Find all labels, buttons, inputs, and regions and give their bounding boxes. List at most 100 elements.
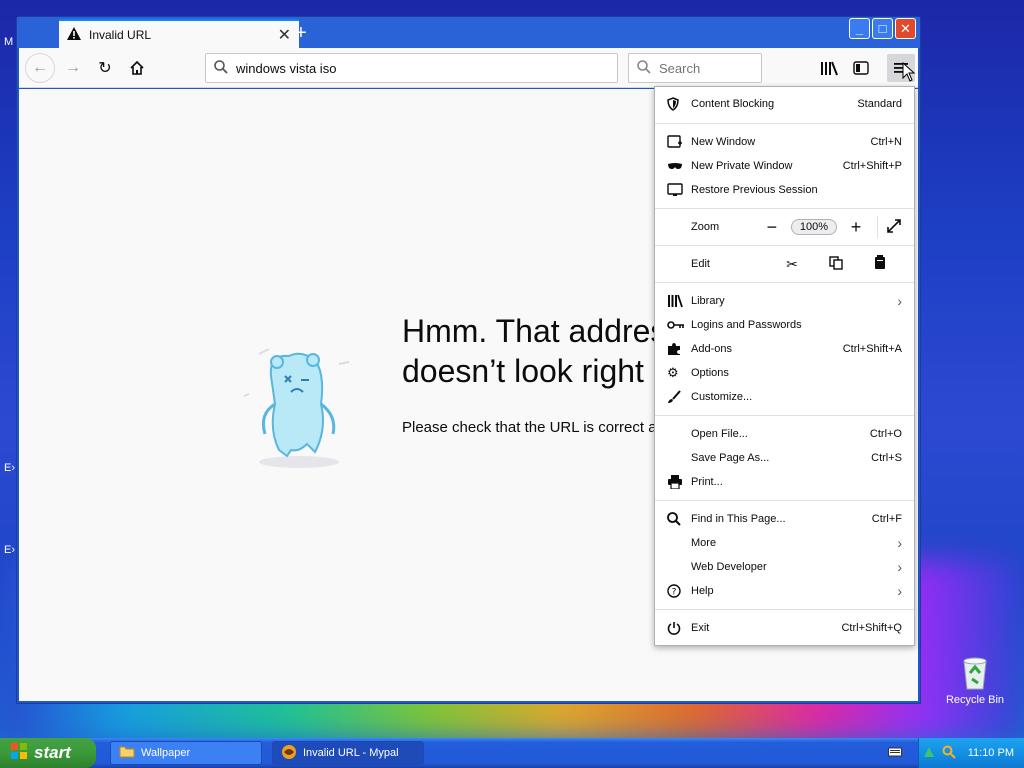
menu-item-label: Zoom [691,221,720,233]
cut-icon[interactable]: ✂ [770,256,814,273]
menu-item-label: Logins and Passwords [691,319,802,331]
menu-shortcut: Ctrl+F [871,513,902,525]
recycle-bin[interactable]: Recycle Bin [940,655,1010,706]
start-button[interactable]: start [0,738,96,768]
recycle-bin-label: Recycle Bin [945,694,1005,706]
zoom-out-button[interactable]: − [759,217,785,238]
chevron-right-icon: › [897,559,902,575]
private-mask-icon [667,162,691,170]
search-bar[interactable] [628,53,762,83]
menu-item-library[interactable]: Library › [655,289,914,313]
menu-item-new-private-window[interactable]: New Private Window Ctrl+Shift+P [655,154,914,178]
home-icon[interactable] [125,56,149,80]
zoom-in-button[interactable]: + [843,217,869,238]
gear-icon: ⚙ [667,365,679,380]
close-window-button[interactable]: ✕ [895,18,916,39]
windows-logo-icon [10,742,28,765]
start-label: start [34,743,71,762]
network-icon[interactable] [922,745,936,762]
menu-item-restore-session[interactable]: Restore Previous Session [655,178,914,202]
reload-icon[interactable]: ↻ [93,56,117,80]
zoom-reset-button[interactable]: 100% [790,219,837,235]
menu-item-customize[interactable]: Customize... [655,385,914,409]
menu-item-content-blocking[interactable]: Content Blocking Standard [655,92,914,116]
search-input[interactable] [659,60,753,76]
menu-item-print[interactable]: Print... [655,470,914,494]
library-icon[interactable] [817,56,841,80]
search-icon[interactable] [942,745,956,762]
menu-shortcut: Ctrl+Shift+P [842,160,902,172]
menu-item-find[interactable]: Find in This Page... Ctrl+F [655,507,914,531]
menu-shortcut: Ctrl+O [869,428,902,440]
menu-separator [655,609,914,610]
zoom-divider [877,216,878,238]
menu-item-label: Options [691,367,729,379]
new-tab-button[interactable]: + [289,21,313,45]
fullscreen-icon[interactable] [886,218,902,237]
paste-icon[interactable] [858,255,902,273]
url-input[interactable] [236,60,609,76]
back-arrow-icon[interactable]: ← [25,53,55,83]
menu-item-options[interactable]: ⚙ Options [655,361,914,385]
search-icon [637,59,651,77]
navigation-toolbar: ← → ↻ [19,48,918,88]
forward-arrow-icon[interactable]: → [61,56,85,80]
menu-item-label: Find in This Page... [691,513,786,525]
menu-item-label: Content Blocking [691,98,775,110]
sidebar-icon[interactable] [849,56,873,80]
menu-item-label: Add-ons [691,343,732,355]
recycle-bin-icon [963,657,987,690]
menu-shortcut: Ctrl+S [871,452,902,464]
warning-icon [67,27,81,43]
taskbar-item-wallpaper[interactable]: Wallpaper [110,741,262,765]
menu-item-label: Restore Previous Session [691,184,818,196]
restore-session-icon [667,183,691,197]
menu-separator [655,282,914,283]
minimize-button[interactable]: _ [849,18,870,39]
menu-item-help[interactable]: ? Help › [655,579,914,603]
menu-item-label: Web Developer [691,561,767,573]
maximize-button[interactable]: □ [872,18,893,39]
taskbar-item-browser[interactable]: Invalid URL - Mypal [272,741,424,765]
taskbar: start Wallpaper Invalid URL - Mypal 11:1… [0,738,1024,768]
menu-separator [655,123,914,124]
browser-app-icon [281,744,297,763]
menu-item-label: New Window [691,136,756,148]
menu-item-logins[interactable]: Logins and Passwords [655,313,914,337]
desktop-edge-text: M [4,36,14,48]
tab-invalid-url[interactable]: Invalid URL ✕ [59,19,299,49]
help-icon: ? [667,584,691,598]
menu-item-exit[interactable]: Exit Ctrl+Shift+Q [655,616,914,640]
copy-icon[interactable] [814,255,858,273]
keyboard-icon[interactable] [888,746,902,761]
chevron-right-icon: › [897,583,902,599]
menu-item-new-window[interactable]: New Window Ctrl+N [655,130,914,154]
menu-item-web-developer[interactable]: Web Developer › [655,555,914,579]
menu-item-label: Help [691,585,714,597]
menu-item-label: Customize... [691,391,753,403]
menu-item-label: New Private Window [691,160,793,172]
menu-item-more[interactable]: More › [655,531,914,555]
clock[interactable]: 11:10 PM [968,747,1014,759]
app-menu-panel: Content Blocking Standard New Window Ctr… [654,86,915,646]
menu-shortcut: Ctrl+Shift+A [842,343,902,355]
library-icon [667,294,691,308]
menu-item-label: Library [691,295,725,307]
taskbar-item-label: Wallpaper [141,747,191,759]
search-icon [667,512,691,526]
menu-item-label: Save Page As... [691,452,770,464]
menu-separator [655,245,914,246]
menu-item-zoom: Zoom − 100% + [655,215,914,239]
menu-item-label: Exit [691,622,710,634]
menu-item-open-file[interactable]: Open File... Ctrl+O [655,422,914,446]
menu-item-edit: Edit ✂ [655,252,914,276]
menu-item-label: Print... [691,476,723,488]
menu-item-addons[interactable]: Add-ons Ctrl+Shift+A [655,337,914,361]
menu-separator [655,208,914,209]
menu-item-save-page[interactable]: Save Page As... Ctrl+S [655,446,914,470]
menu-item-label: Open File... [691,428,748,440]
menu-shortcut: Ctrl+N [870,136,902,148]
url-bar[interactable] [205,53,618,83]
svg-text:?: ? [672,588,677,598]
system-tray: 11:10 PM [918,738,1024,768]
